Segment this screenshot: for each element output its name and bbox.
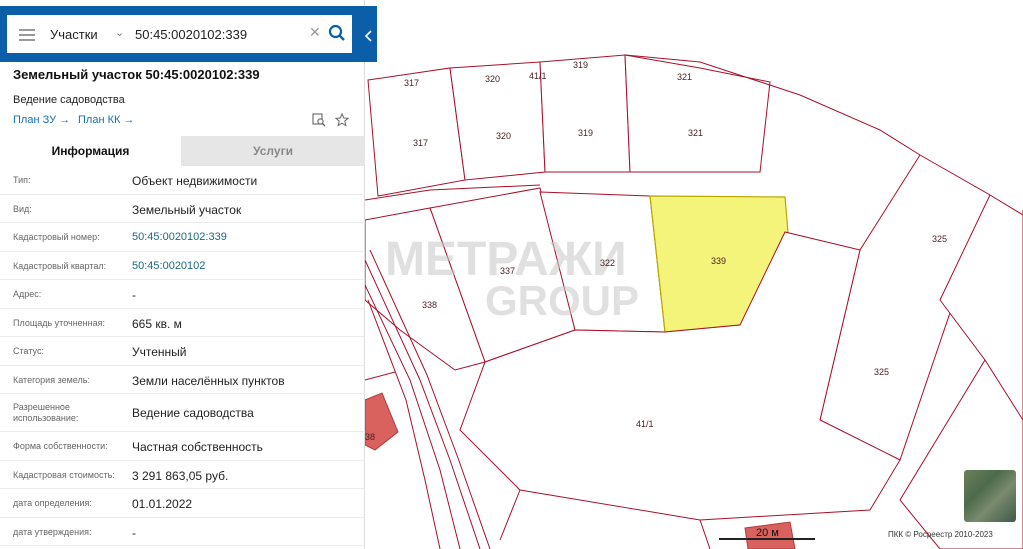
search-icon[interactable] xyxy=(328,24,346,42)
property-key: дата определения: xyxy=(13,498,92,508)
parcel-label: 41/1 xyxy=(529,71,547,81)
property-key: Разрешенное использование: xyxy=(13,402,79,423)
property-value: Объект недвижимости xyxy=(132,174,258,188)
parcel-label: 325 xyxy=(874,367,889,377)
property-row: Категория земель: Земли населённых пункт… xyxy=(0,366,365,394)
property-key: Категория земель: xyxy=(13,374,90,385)
parcel-label: 319 xyxy=(578,128,593,138)
property-row: Адрес: - xyxy=(0,280,365,309)
copyright: ПКК © Росреестр 2010-2023 xyxy=(888,530,993,539)
clear-icon[interactable]: ✕ xyxy=(309,24,321,41)
property-key: Вид: xyxy=(13,203,32,214)
parcel-label: 320 xyxy=(496,131,511,141)
parcel-319[interactable] xyxy=(539,54,631,173)
property-key: Площадь уточненная: xyxy=(13,317,105,328)
cadastral-block-link[interactable]: 50:45:0020102 xyxy=(132,260,205,272)
property-row: Статус: Учтенный xyxy=(0,337,365,366)
property-value: - xyxy=(132,288,136,302)
property-value: Учтенный xyxy=(132,345,187,359)
parcel-label: 317 xyxy=(404,78,419,88)
property-value: Частная собственность xyxy=(132,440,263,454)
property-key: Кадастровый квартал: xyxy=(13,260,107,271)
property-value: 665 кв. м xyxy=(132,316,182,331)
property-key: Адрес: xyxy=(13,289,42,299)
property-key: Кадастровая стоимость: xyxy=(13,469,115,480)
property-row: Кадастровый номер: 50:45:0020102:339 xyxy=(0,223,365,252)
parcel-label: 337 xyxy=(500,266,515,276)
parcel-label: 322 xyxy=(600,258,615,268)
parcel-label: 321 xyxy=(688,128,703,138)
parcel-label: 325 xyxy=(932,234,947,244)
property-row: Кадастровая стоимость: 3 291 863,05 руб. xyxy=(0,461,365,489)
menu-icon[interactable] xyxy=(19,29,35,41)
parcel-label: 38 xyxy=(365,432,375,442)
zoom-to-object-icon[interactable] xyxy=(312,113,326,127)
property-value: 3 291 863,05 руб. xyxy=(132,468,229,483)
property-key: Форма собственности: xyxy=(13,441,108,451)
parcel-boundary xyxy=(699,519,711,549)
search-bar: Участки ⌄ ✕ xyxy=(0,6,377,62)
tab-bar: Информация Услуги xyxy=(0,136,365,166)
parcel-label: 320 xyxy=(485,74,500,84)
basemap-switcher[interactable] xyxy=(964,470,1016,522)
parcel-label: 321 xyxy=(677,72,692,82)
property-list: Тип: Объект недвижимости Вид: Земельный … xyxy=(0,166,365,546)
property-key: Кадастровый номер: xyxy=(13,232,100,242)
star-icon[interactable] xyxy=(335,113,349,127)
property-value: Земли населённых пунктов xyxy=(132,373,285,388)
parcel-boundary xyxy=(364,371,396,381)
property-row: Разрешенное использование: Ведение садов… xyxy=(0,394,365,432)
property-row: дата определения: 01.01.2022 xyxy=(0,489,365,518)
info-panel: Участки ⌄ ✕ Земельный участок 50:45:0020… xyxy=(0,0,377,549)
chevron-down-icon[interactable]: ⌄ xyxy=(115,26,124,39)
page-title: Земельный участок 50:45:0020102:339 xyxy=(13,67,260,82)
plan-kk-link[interactable]: План КК → xyxy=(78,114,134,126)
property-key: дата утверждения: xyxy=(13,526,92,537)
parcel-label: 319 xyxy=(573,60,588,70)
property-value: Ведение садоводства xyxy=(132,406,254,420)
collapse-panel-icon[interactable] xyxy=(364,30,374,42)
property-value: - xyxy=(132,525,136,540)
tab-information[interactable]: Информация xyxy=(0,136,181,166)
parcel-label: 41/1 xyxy=(636,419,654,429)
property-row: Тип: Объект недвижимости xyxy=(0,166,365,195)
search-input[interactable] xyxy=(135,23,305,45)
scale-bar xyxy=(719,538,815,540)
parcel-label: 317 xyxy=(413,138,428,148)
parcel-321[interactable] xyxy=(624,54,771,173)
watermark-bottom: GROUP xyxy=(485,277,639,324)
property-key: Статус: xyxy=(13,346,44,356)
plan-zu-link[interactable]: План ЗУ → xyxy=(13,114,70,126)
property-key: Тип: xyxy=(13,175,31,185)
property-row: дата утверждения: - xyxy=(0,518,365,546)
property-row: Площадь уточненная: 665 кв. м xyxy=(0,309,365,337)
property-value: Земельный участок xyxy=(132,202,242,217)
search-box: Участки ⌄ ✕ xyxy=(7,15,352,53)
cadastral-number-link[interactable]: 50:45:0020102:339 xyxy=(132,231,227,243)
property-row: Вид: Земельный участок xyxy=(0,195,365,223)
parcel-label: 339 xyxy=(711,256,726,266)
property-value: 01.01.2022 xyxy=(132,497,193,511)
parcel-purpose: Ведение садоводства xyxy=(13,94,125,106)
tab-services[interactable]: Услуги xyxy=(181,136,365,166)
search-type-select[interactable]: Участки xyxy=(50,27,98,42)
parcel-label: 338 xyxy=(422,300,437,310)
property-row: Кадастровый квартал: 50:45:0020102 xyxy=(0,252,365,280)
property-row: Форма собственности: Частная собственнос… xyxy=(0,432,365,461)
parcel-boundary xyxy=(499,489,521,541)
